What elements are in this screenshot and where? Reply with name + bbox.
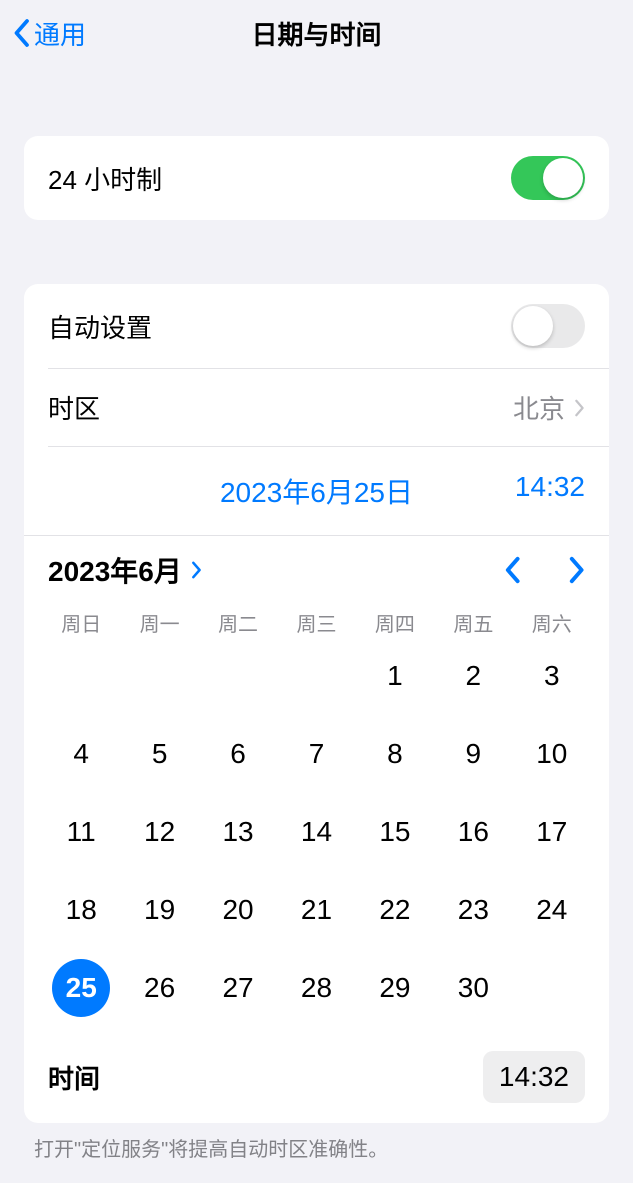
calendar-day[interactable]: 25 [42,949,120,1027]
calendar-day[interactable]: 8 [356,715,434,793]
calendar-day[interactable]: 3 [513,637,591,715]
month-label: 2023年6月 [48,550,182,590]
selected-time[interactable]: 14:32 [451,471,585,511]
footer-hint: 打开"定位服务"将提高自动时区准确性。 [34,1133,599,1162]
calendar-day[interactable]: 7 [277,715,355,793]
weekday-header: 周一 [120,608,198,637]
timezone-label: 时区 [48,389,100,426]
calendar-day[interactable]: 9 [434,715,512,793]
month-picker-button[interactable]: 2023年6月 [48,550,202,590]
calendar-day[interactable]: 12 [120,793,198,871]
weekday-header: 周三 [277,608,355,637]
calendar-day[interactable]: 19 [120,871,198,949]
calendar-day[interactable]: 17 [513,793,591,871]
calendar-day[interactable]: 4 [42,715,120,793]
time-picker-button[interactable]: 14:32 [483,1051,585,1103]
auto-set-toggle[interactable] [511,304,585,348]
chevron-right-icon [190,561,202,579]
weekday-header: 周日 [42,608,120,637]
calendar-day[interactable]: 20 [199,871,277,949]
timezone-value: 北京 [513,389,565,426]
calendar-day[interactable]: 27 [199,949,277,1027]
selected-datetime-row: 2023年6月25日 14:32 [24,447,609,535]
time-label: 时间 [48,1059,100,1096]
next-month-button[interactable] [567,556,585,584]
calendar-day[interactable]: 11 [42,793,120,871]
calendar-day[interactable]: 29 [356,949,434,1027]
weekday-header: 周五 [434,608,512,637]
calendar-day[interactable]: 26 [120,949,198,1027]
prev-month-button[interactable] [503,556,521,584]
calendar-day[interactable]: 15 [356,793,434,871]
weekday-header: 周四 [356,608,434,637]
calendar-day[interactable]: 5 [120,715,198,793]
calendar-day[interactable]: 1 [356,637,434,715]
hour24-toggle[interactable] [511,156,585,200]
weekday-header: 周六 [513,608,591,637]
hour24-row: 24 小时制 [24,136,609,220]
chevron-left-icon [12,18,30,48]
calendar-day[interactable]: 13 [199,793,277,871]
hour24-label: 24 小时制 [48,160,162,197]
back-button[interactable]: 通用 [12,15,86,52]
calendar-day[interactable]: 10 [513,715,591,793]
chevron-right-icon [573,399,585,417]
calendar-day[interactable]: 16 [434,793,512,871]
page-title: 日期与时间 [0,15,633,52]
calendar-day[interactable]: 30 [434,949,512,1027]
back-label: 通用 [34,15,86,52]
calendar-day[interactable]: 24 [513,871,591,949]
calendar-day[interactable]: 18 [42,871,120,949]
auto-set-row: 自动设置 [24,284,609,368]
auto-set-label: 自动设置 [48,308,152,345]
calendar-day[interactable]: 23 [434,871,512,949]
calendar-day[interactable]: 2 [434,637,512,715]
calendar-day[interactable]: 6 [199,715,277,793]
selected-date[interactable]: 2023年6月25日 [182,471,451,511]
calendar-day[interactable]: 22 [356,871,434,949]
weekday-header: 周二 [199,608,277,637]
calendar-day[interactable]: 28 [277,949,355,1027]
calendar-day[interactable]: 21 [277,871,355,949]
timezone-row[interactable]: 时区 北京 [24,369,609,446]
calendar-day[interactable]: 14 [277,793,355,871]
